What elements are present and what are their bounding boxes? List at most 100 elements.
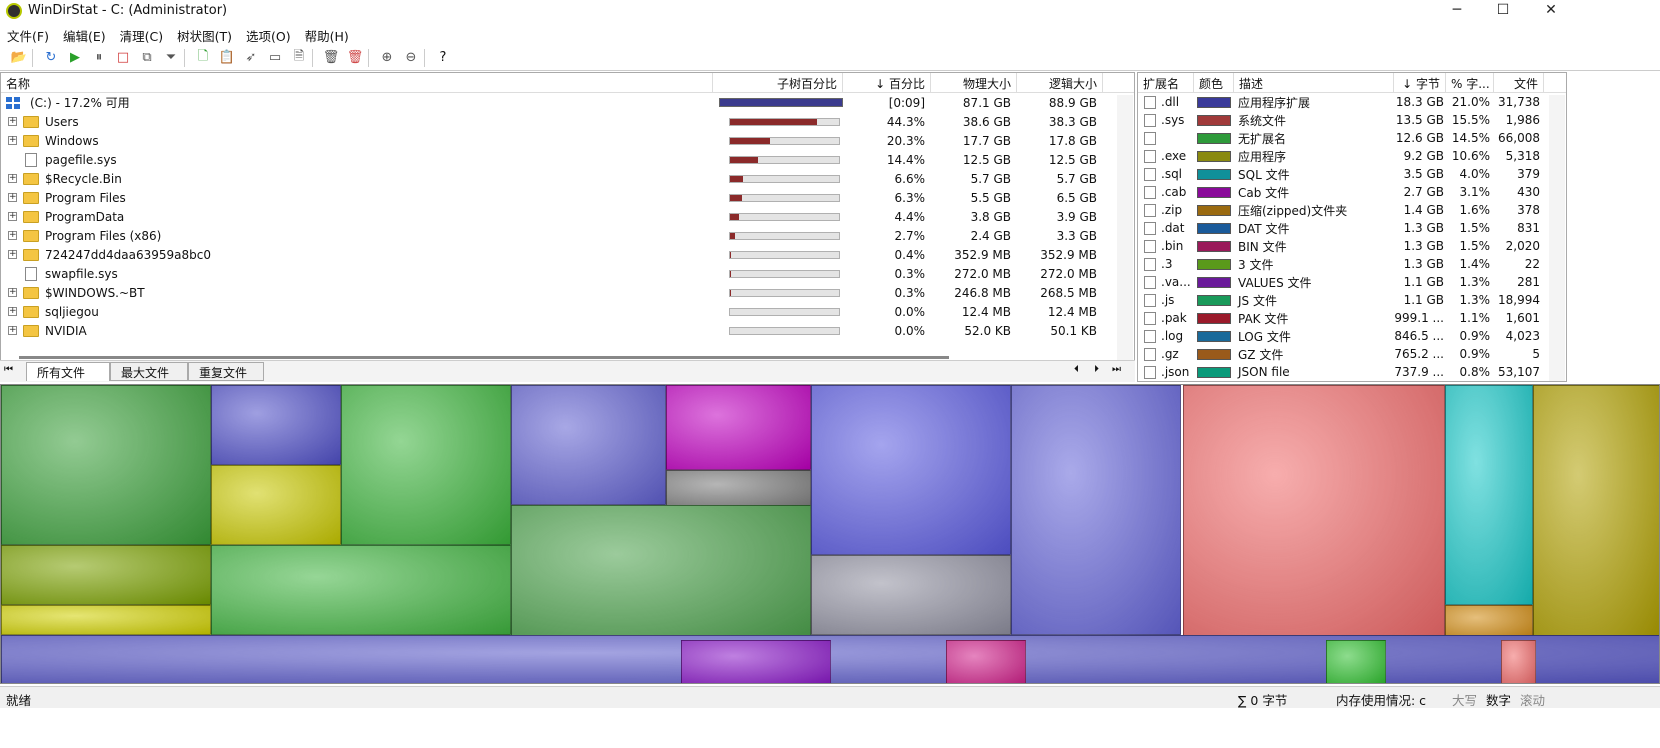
col-percent[interactable]: ↓ 百分比 [843,73,931,92]
pause-icon[interactable]: ⏸ [88,47,110,69]
treemap-block[interactable] [1,605,211,635]
expand-icon[interactable]: + [8,117,17,126]
expand-icon[interactable]: + [8,307,17,316]
treemap-view[interactable] [0,384,1660,684]
treemap-block[interactable] [1501,640,1536,683]
copy-path-icon[interactable]: ⧉ [136,47,158,69]
menu-clean[interactable]: 清理(C) [113,24,170,44]
tab-next-icon[interactable]: ⏵ [1094,364,1099,375]
expand-icon[interactable]: + [8,136,17,145]
delete-recycle-icon[interactable]: 🗑 [320,47,342,69]
tree-vertical-scrollbar[interactable] [1117,95,1133,381]
tree-row[interactable]: swapfile.sys 0.3% 272.0 MB 272.0 MB [1,264,1134,283]
extension-row[interactable]: .pak PAK 文件 999.1 ... 1.1% 1,601 [1138,309,1566,327]
menu-file[interactable]: 文件(F) [0,24,56,44]
col-name[interactable]: 名称 [1,73,713,92]
extension-row[interactable]: .exe 应用程序 9.2 GB 10.6% 5,318 [1138,147,1566,165]
extension-row[interactable]: .3 3 文件 1.3 GB 1.4% 22 [1138,255,1566,273]
expand-icon[interactable]: + [8,288,17,297]
close-button[interactable]: ✕ [1528,0,1574,22]
treemap-block[interactable] [1445,385,1533,605]
treemap-block[interactable] [1533,385,1659,640]
col-physical[interactable]: 物理大小 [931,73,1017,92]
tree-row[interactable]: + ProgramData 4.4% 3.8 GB 3.9 GB [1,207,1134,226]
maximize-button[interactable]: ☐ [1480,0,1526,22]
treemap-block[interactable] [1183,385,1445,640]
extension-row[interactable]: .zip 压缩(zipped)文件夹 1.4 GB 1.6% 378 [1138,201,1566,219]
tab-first-icon[interactable]: ⏮ [4,364,13,375]
treemap-block[interactable] [1,385,211,545]
treemap-block[interactable] [666,470,811,510]
help-button[interactable]: ? [432,47,454,69]
treemap-block[interactable] [211,465,341,545]
col-logical[interactable]: 逻辑大小 [1017,73,1103,92]
expand-icon[interactable]: + [8,212,17,221]
tree-row[interactable]: + sqljiegou 0.0% 12.4 MB 12.4 MB [1,302,1134,321]
col-extension[interactable]: 扩展名 [1138,73,1194,92]
tree-row[interactable]: + Program Files 6.3% 5.5 GB 6.5 GB [1,188,1134,207]
expand-icon[interactable]: + [8,250,17,259]
treemap-block[interactable] [211,385,341,465]
tree-row[interactable]: + NVIDIA 0.0% 52.0 KB 50.1 KB [1,321,1134,340]
treemap-block[interactable] [211,545,511,635]
col-percent-bytes[interactable]: % 字... [1446,73,1494,92]
treemap-block[interactable] [511,385,666,505]
minimize-button[interactable]: ─ [1434,0,1480,22]
expand-icon[interactable]: + [8,193,17,202]
open-folder-icon[interactable]: 📂 [8,47,30,69]
col-color[interactable]: 颜色 [1194,73,1234,92]
zoom-out-icon[interactable]: ⊖ [400,47,422,69]
tab-largest-files[interactable]: 最大文件 [110,362,188,381]
treemap-block[interactable] [811,385,1011,555]
expand-icon[interactable]: + [8,326,17,335]
zoom-in-icon[interactable]: ⊕ [376,47,398,69]
col-bytes[interactable]: ↓ 字节 [1394,73,1446,92]
menu-help[interactable]: 帮助(H) [298,24,356,44]
treemap-block[interactable] [1011,385,1181,635]
tab-duplicate-files[interactable]: 重复文件 [188,362,264,381]
extension-row[interactable]: .bin BIN 文件 1.3 GB 1.5% 2,020 [1138,237,1566,255]
expand-icon[interactable]: + [8,231,17,240]
extension-row[interactable]: .json JSON file 737.9 ... 0.8% 53,107 [1138,363,1566,381]
extension-row[interactable]: .dat DAT 文件 1.3 GB 1.5% 831 [1138,219,1566,237]
play-icon[interactable]: ▶ [64,47,86,69]
refresh-icon[interactable]: ↻ [40,47,62,69]
extension-row[interactable]: .gz GZ 文件 765.2 ... 0.9% 5 [1138,345,1566,363]
tab-last-icon[interactable]: ⏭ [1112,364,1121,375]
stop-icon[interactable]: □ [112,47,134,69]
extension-row[interactable]: .js JS 文件 1.1 GB 1.3% 18,994 [1138,291,1566,309]
extension-row[interactable]: .log LOG 文件 846.5 ... 0.9% 4,023 [1138,327,1566,345]
treemap-block[interactable] [811,555,1011,635]
extension-row[interactable]: .cab Cab 文件 2.7 GB 3.1% 430 [1138,183,1566,201]
menu-options[interactable]: 选项(O) [239,24,298,44]
filter-icon[interactable]: ⏷ [160,47,182,69]
paste-icon[interactable]: 📋 [216,47,238,69]
extension-row[interactable]: .va... VALUES 文件 1.1 GB 1.3% 281 [1138,273,1566,291]
extension-row[interactable]: .sys 系统文件 13.5 GB 15.5% 1,986 [1138,111,1566,129]
open-file-icon[interactable]: 🗎 [288,47,310,69]
tree-row[interactable]: + Program Files (x86) 2.7% 2.4 GB 3.3 GB [1,226,1134,245]
delete-permanent-icon[interactable]: 🗑 [344,47,366,69]
new-document-icon[interactable]: 🗋 [192,47,214,69]
extension-row[interactable]: .sql SQL 文件 3.5 GB 4.0% 379 [1138,165,1566,183]
tab-all-files[interactable]: 所有文件 [26,362,110,381]
properties-icon[interactable]: ▭ [264,47,286,69]
treemap-block[interactable] [1,545,211,605]
col-files[interactable]: 文件 [1494,73,1544,92]
treemap-block[interactable] [341,385,511,545]
col-description[interactable]: 描述 [1234,73,1394,92]
treemap-block[interactable] [511,505,811,645]
tree-row[interactable]: +724247dd4daa63959a8bc0 0.4% 352.9 MB 352.9… [1,245,1134,264]
treemap-block[interactable] [681,640,831,683]
menu-treemap[interactable]: 树状图(T) [170,24,239,44]
expand-icon[interactable]: + [8,174,17,183]
extension-vertical-scrollbar[interactable] [1549,95,1565,381]
extension-row[interactable]: .dll 应用程序扩展 18.3 GB 21.0% 31,738 [1138,93,1566,111]
tree-row[interactable]: pagefile.sys 14.4% 12.5 GB 12.5 GB [1,150,1134,169]
select-cursor-icon[interactable]: ➶ [240,47,262,69]
tree-root-row[interactable]: (C:) - 17.2% 可用 [0:09] 87.1 GB 88.9 GB [1,93,1134,112]
tree-horizontal-scrollbar[interactable] [19,356,949,359]
tree-row[interactable]: + $WINDOWS.~BT 0.3% 246.8 MB 268.5 MB [1,283,1134,302]
tree-row[interactable]: + Users 44.3% 38.6 GB 38.3 GB [1,112,1134,131]
treemap-block[interactable] [1326,640,1386,683]
